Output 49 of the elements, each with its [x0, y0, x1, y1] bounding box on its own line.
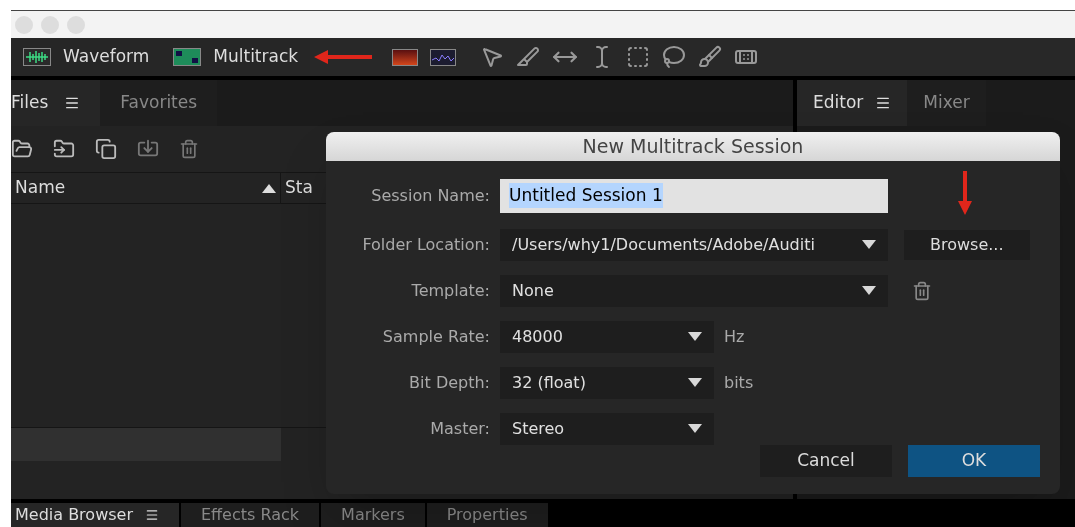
horizontal-scrollbar[interactable] — [11, 428, 281, 461]
panel-tab[interactable]: Markers — [321, 503, 425, 527]
panel-tab[interactable]: Media Browser — [11, 503, 179, 527]
pitch-view-icon[interactable] — [430, 48, 457, 66]
spectral-view-icon[interactable] — [392, 48, 419, 66]
menu-icon[interactable] — [875, 95, 892, 111]
dropdown-caret-icon — [688, 424, 702, 433]
dropdown[interactable]: 32 (float) — [500, 366, 714, 399]
lasso-tool-icon[interactable] — [662, 45, 687, 69]
dropdown[interactable]: 48000 — [500, 320, 714, 353]
dropdown-caret-icon — [688, 332, 702, 341]
menu-icon[interactable] — [145, 508, 159, 522]
field-label: Session Name: — [370, 184, 490, 207]
browse-button[interactable]: Browse... — [904, 229, 1030, 260]
tracks-icon — [173, 48, 202, 66]
dropdown-caret-icon — [862, 240, 876, 249]
panel-tab[interactable]: Editor — [797, 80, 908, 126]
dropdown[interactable]: None — [500, 274, 888, 307]
unit-label: Hz — [724, 325, 745, 348]
menu-icon[interactable] — [64, 95, 81, 111]
dropdown[interactable]: /Users/why1/Documents/Adobe/Auditi — [500, 228, 888, 261]
open-folder-icon[interactable] — [11, 138, 33, 160]
field-label: Bit Depth: — [408, 371, 490, 394]
unit-label: bits — [724, 371, 754, 394]
field-label: Folder Location: — [361, 233, 490, 256]
field-value: Untitled Session 1 — [509, 182, 663, 209]
folder-import-icon[interactable] — [53, 138, 75, 160]
panel-tab[interactable]: Effects Rack — [181, 503, 320, 527]
trash-icon[interactable] — [179, 139, 199, 159]
field-label: Template: — [410, 279, 490, 302]
field-label: Sample Rate: — [381, 325, 490, 348]
move-tool-icon[interactable] — [480, 45, 505, 69]
panel-tab[interactable]: Properties — [426, 503, 548, 527]
field-label: Master: — [429, 417, 490, 440]
marquee-tool-icon[interactable] — [626, 45, 651, 69]
panel-tab[interactable]: Files — [11, 80, 101, 126]
waveform-icon — [23, 48, 51, 66]
dropdown-caret-icon — [688, 378, 702, 387]
ok-button[interactable]: OK — [908, 444, 1040, 477]
annotation-arrow-icon — [958, 170, 972, 215]
trash-icon[interactable] — [912, 280, 932, 301]
session-name-field[interactable]: Untitled Session 1 — [500, 178, 888, 213]
brush-tool-icon[interactable] — [698, 45, 723, 69]
dialog-title: New Multitrack Session — [326, 132, 1060, 161]
annotation-arrow-icon — [314, 50, 373, 64]
cancel-button[interactable]: Cancel — [760, 444, 892, 477]
dropdown[interactable]: Stereo — [500, 412, 714, 445]
dropdown-caret-icon — [862, 286, 876, 295]
column-header[interactable]: Name — [11, 173, 281, 203]
